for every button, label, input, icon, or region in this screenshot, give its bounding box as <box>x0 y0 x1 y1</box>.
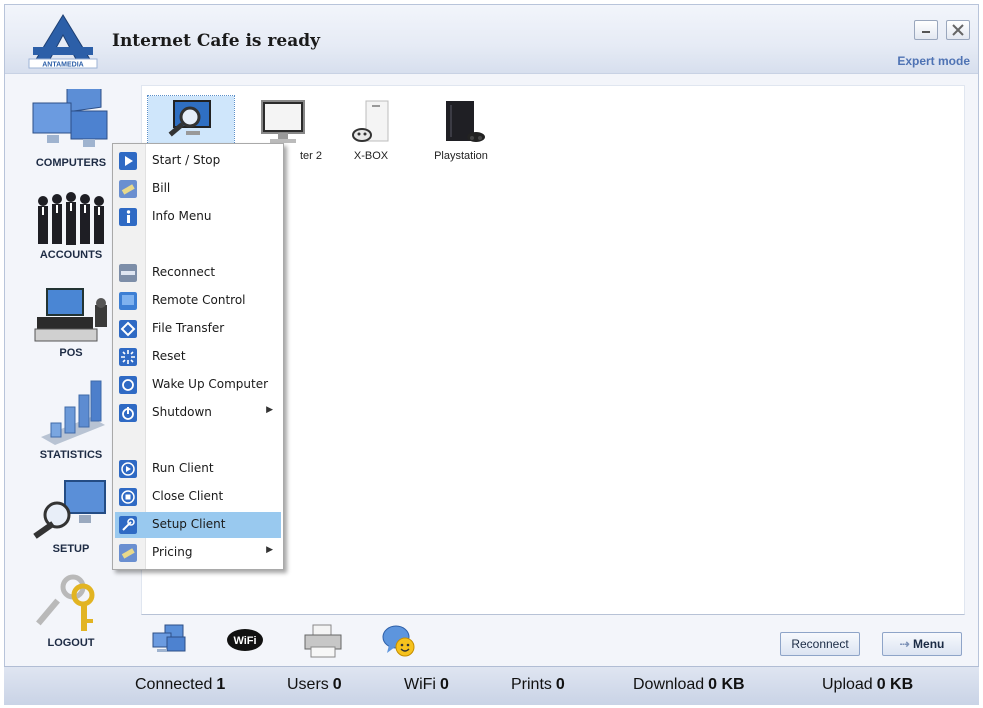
status-bar: Connected 1 Users 0 WiFi 0 Prints 0 Download… <box>4 666 979 705</box>
computers-icon <box>32 89 108 147</box>
status-upload: Upload 0 KB <box>822 676 914 693</box>
submenu-arrow-icon: ▶ <box>266 545 273 555</box>
wifi-icon: WiFi <box>227 629 263 651</box>
playstation-icon <box>418 96 504 148</box>
bill-icon <box>119 180 137 198</box>
status-users: Users 0 <box>287 676 342 693</box>
menu-item-bill[interactable]: Bill <box>115 176 281 202</box>
sidebar-item-label: SETUP <box>52 543 90 555</box>
minimize-button[interactable] <box>914 20 938 40</box>
wifi-button[interactable]: WiFi <box>225 625 265 659</box>
device-xbox[interactable]: X-BOX <box>326 96 416 162</box>
reset-icon <box>119 348 137 366</box>
statistics-icon <box>41 380 105 445</box>
antamedia-logo: ANTAMEDIA <box>27 13 99 69</box>
menu-item-start-stop[interactable]: Start / Stop <box>115 148 281 174</box>
computers-small-button[interactable] <box>149 623 189 661</box>
menu-item-remote-control[interactable]: Remote Control <box>115 288 281 314</box>
sidebar-item-label: STATISTICS <box>39 449 103 461</box>
context-menu: Start / Stop Bill Info Menu Reconnect Re… <box>112 143 284 570</box>
sidebar-item-label: LOGOUT <box>47 637 95 649</box>
accounts-icon <box>38 192 104 245</box>
device-playstation[interactable]: Playstation <box>416 96 506 162</box>
play-icon <box>119 152 137 170</box>
sidebar-item-statistics[interactable]: STATISTICS <box>15 377 127 461</box>
sidebar-item-logout[interactable]: LOGOUT <box>15 573 127 649</box>
sidebar-item-setup[interactable]: SETUP <box>15 479 127 555</box>
status-connected: Connected 1 <box>135 676 226 693</box>
menu-item-setup-client[interactable]: Setup Client <box>115 512 281 538</box>
pos-icon <box>34 288 107 342</box>
chat-icon <box>382 625 415 657</box>
setup-client-icon <box>119 516 137 534</box>
info-icon <box>119 208 137 226</box>
menu-item-reset[interactable]: Reset <box>115 344 281 370</box>
sidebar-item-computers[interactable]: COMPUTERS <box>15 89 127 169</box>
file-transfer-icon <box>119 320 137 338</box>
sidebar-item-label: POS <box>59 347 83 359</box>
menu-item-wake-up-computer[interactable]: Wake Up Computer <box>115 372 281 398</box>
keys-icon <box>36 574 95 631</box>
device-label: Playstation <box>434 150 488 162</box>
logo-text: ANTAMEDIA <box>42 62 83 69</box>
status-download: Download 0 KB <box>633 676 745 693</box>
sidebar-item-label: COMPUTERS <box>35 157 107 169</box>
xbox-icon <box>328 96 414 148</box>
expert-mode-link[interactable]: Expert mode <box>897 54 970 68</box>
device-label: X-BOX <box>353 150 389 162</box>
status-wifi: WiFi 0 <box>404 676 449 693</box>
close-icon <box>952 24 964 36</box>
menu-icon: ⇢ <box>899 637 910 651</box>
shutdown-icon <box>119 404 137 422</box>
menu-button-label: Menu <box>913 637 945 651</box>
monitor-icon <box>240 96 326 148</box>
reconnect-icon <box>119 264 137 282</box>
run-client-icon <box>119 460 137 478</box>
setup-icon <box>33 480 106 539</box>
status-prints: Prints 0 <box>511 676 565 693</box>
pricing-icon <box>119 544 137 562</box>
close-button[interactable] <box>946 20 970 40</box>
menu-button[interactable]: ⇢ Menu <box>882 632 962 656</box>
printer-button[interactable] <box>301 623 345 663</box>
menu-item-shutdown[interactable]: Shutdown ▶ <box>115 400 281 426</box>
app-title: Internet Cafe is ready <box>112 31 320 51</box>
submenu-arrow-icon: ▶ <box>266 405 273 415</box>
printer-icon <box>304 624 342 658</box>
close-client-icon <box>119 488 137 506</box>
title-bar: ANTAMEDIA Internet Cafe is ready Expert … <box>5 5 978 74</box>
chat-button[interactable] <box>381 623 417 663</box>
device-computer-1[interactable] <box>146 95 236 150</box>
sidebar-item-accounts[interactable]: ACCOUNTS <box>15 191 127 261</box>
menu-item-reconnect[interactable]: Reconnect <box>115 260 281 286</box>
wake-up-icon <box>119 376 137 394</box>
menu-item-pricing[interactable]: Pricing ▶ <box>115 540 281 566</box>
menu-item-run-client[interactable]: Run Client <box>115 456 281 482</box>
sidebar-item-label: ACCOUNTS <box>39 249 103 261</box>
menu-item-close-client[interactable]: Close Client <box>115 484 281 510</box>
computer-magnifier-icon <box>147 95 235 149</box>
reconnect-button[interactable]: Reconnect <box>780 632 860 656</box>
menu-item-info-menu[interactable]: Info Menu <box>115 204 281 230</box>
menu-item-file-transfer[interactable]: File Transfer <box>115 316 281 342</box>
remote-control-icon <box>119 292 137 310</box>
svg-text:WiFi: WiFi <box>233 635 256 647</box>
sidebar-item-pos[interactable]: POS <box>15 287 127 359</box>
computers-small-icon <box>152 624 186 652</box>
